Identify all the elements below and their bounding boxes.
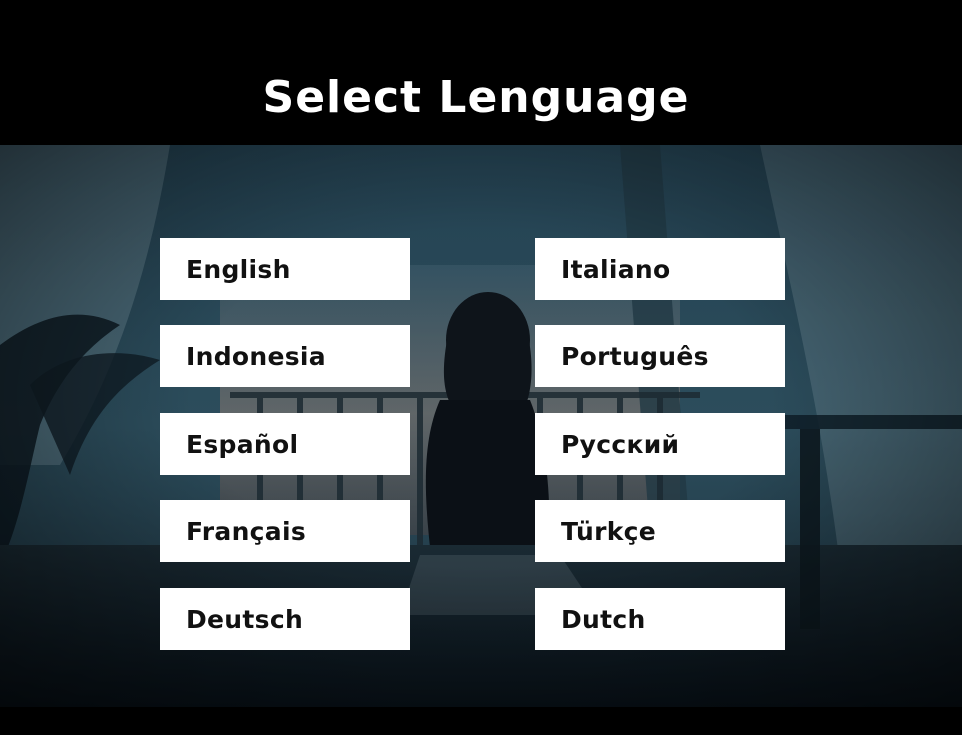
language-label: Türkçe	[561, 516, 657, 546]
language-label: Português	[561, 341, 709, 371]
language-button-turkce[interactable]: Türkçe	[535, 500, 785, 562]
language-button-indonesia[interactable]: Indonesia	[160, 325, 410, 387]
language-button-espanol[interactable]: Español	[160, 413, 410, 475]
language-label: Русский	[561, 429, 680, 459]
language-label: Indonesia	[186, 341, 326, 371]
language-label: Dutch	[561, 604, 646, 634]
page-title: Select Lenguage	[262, 72, 690, 123]
language-label: Français	[186, 516, 307, 546]
language-button-english[interactable]: English	[160, 238, 410, 300]
background-scene: English Indonesia Español Français Deuts…	[0, 145, 962, 707]
language-label: English	[186, 254, 291, 284]
language-select-screen: Select Lenguage English Indonesia Españo…	[0, 0, 962, 735]
language-button-portugues[interactable]: Português	[535, 325, 785, 387]
language-button-dutch[interactable]: Dutch	[535, 588, 785, 650]
language-label: Deutsch	[186, 604, 304, 634]
language-button-deutsch[interactable]: Deutsch	[160, 588, 410, 650]
language-grid: English Indonesia Español Français Deuts…	[160, 238, 786, 651]
header-bar: Select Lenguage	[0, 0, 962, 145]
language-button-italiano[interactable]: Italiano	[535, 238, 785, 300]
language-label: Italiano	[561, 254, 671, 284]
language-button-russian[interactable]: Русский	[535, 413, 785, 475]
language-button-francais[interactable]: Français	[160, 500, 410, 562]
language-label: Español	[186, 429, 299, 459]
footer-bar	[0, 707, 962, 735]
